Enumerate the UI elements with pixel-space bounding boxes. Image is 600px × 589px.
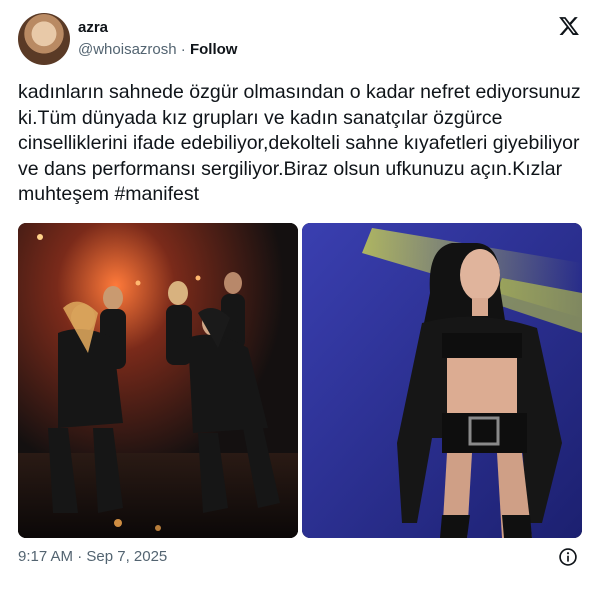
tweet-photo-solo-performer[interactable] <box>302 223 582 538</box>
photo-solo-performer-image <box>302 223 582 538</box>
x-logo-icon[interactable] <box>558 15 580 37</box>
author-handle[interactable]: @whoisazrosh <box>78 41 177 58</box>
photo-group-performance-image <box>18 223 298 538</box>
tweet-timestamp[interactable]: 9:17 AM · Sep 7, 2025 <box>18 548 167 566</box>
separator-dot: · <box>180 41 186 58</box>
avatar[interactable] <box>18 13 70 65</box>
author-display-name[interactable]: azra <box>78 19 108 37</box>
follow-button[interactable]: Follow <box>190 41 238 58</box>
tweet-text: kadınların sahnede özgür olmasından o ka… <box>18 81 581 206</box>
tweet-photo-group-performance[interactable] <box>18 223 298 538</box>
author-handle-row: @whoisazrosh · Follow <box>78 41 237 59</box>
info-icon[interactable] <box>558 547 578 567</box>
